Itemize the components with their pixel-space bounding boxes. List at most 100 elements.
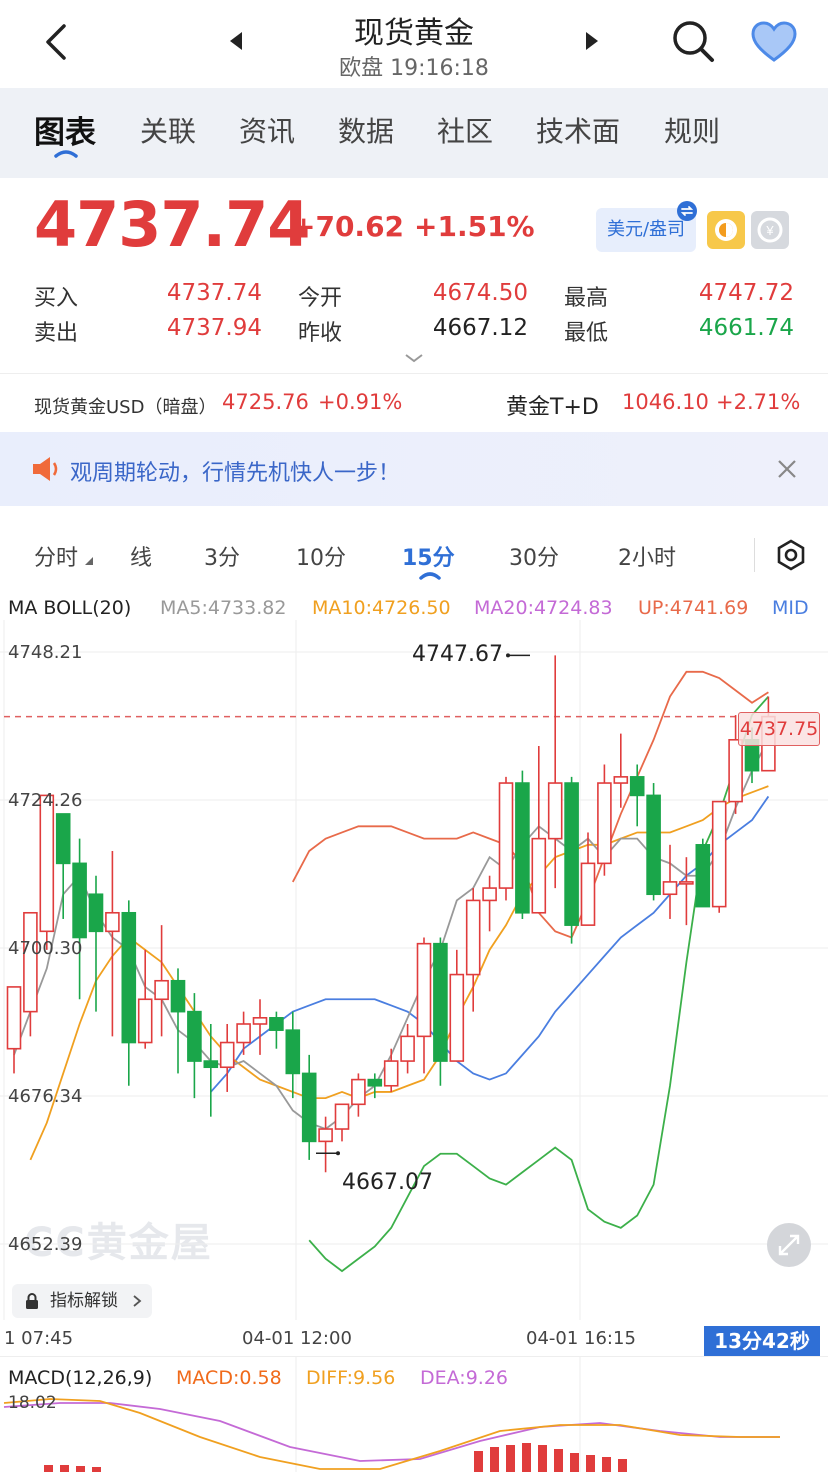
buy-value: 4737.74	[166, 280, 262, 306]
settings-icon[interactable]	[774, 538, 808, 572]
candle-body	[679, 881, 694, 885]
period-3min[interactable]: 3分	[204, 540, 240, 572]
macd-bar	[602, 1457, 611, 1472]
banner-text: 观周期轮动，行情先机快人一步！	[70, 461, 401, 486]
macd-bar	[474, 1451, 483, 1472]
speaker-icon	[33, 457, 58, 481]
candle-body	[449, 973, 465, 1062]
next-symbol-icon[interactable]	[582, 30, 602, 52]
lock-icon	[26, 1293, 38, 1309]
y-tick-4: 4676.34	[8, 1086, 83, 1107]
kline-chart[interactable]: CC黄金屋 4748.21 4724.26 4700.30 4676.34 46…	[0, 620, 828, 1320]
macd-bar	[490, 1447, 499, 1472]
x-tick-2: 04-01 12:00	[242, 1328, 352, 1349]
candle-body	[580, 862, 596, 926]
kline-canvas[interactable]	[0, 620, 828, 1320]
candle-body	[728, 738, 743, 803]
macd-bar	[76, 1466, 85, 1472]
related-ticker[interactable]: 现货黄金USD（暗盘） 4725.76 +0.91% 黄金T+D 1046.10…	[0, 373, 828, 431]
y-tick-1: 4748.21	[8, 642, 83, 663]
close-icon[interactable]	[774, 456, 800, 482]
prev-close-label: 昨收	[298, 321, 343, 346]
macd-bar	[554, 1449, 563, 1472]
macd-panel[interactable]: MACD(12,26,9) MACD:0.58 DIFF:9.56 DEA:9.…	[0, 1356, 828, 1472]
price-change-percent: +1.51%	[414, 210, 535, 243]
candle-body	[597, 782, 612, 865]
tab-technical[interactable]: 技术面	[536, 110, 620, 150]
tab-rules[interactable]: 规则	[664, 110, 720, 150]
macd-bar	[92, 1467, 101, 1472]
prev-close-value: 4667.12	[432, 315, 528, 341]
candle-body	[170, 979, 186, 1013]
high-value: 4747.72	[698, 280, 794, 306]
calculator-icon[interactable]: ¥	[750, 210, 790, 250]
candle-body	[154, 979, 169, 1001]
fullscreen-icon[interactable]	[766, 1222, 812, 1268]
candle-body	[269, 1017, 284, 1031]
candle-body	[285, 1029, 301, 1075]
dropdown-triangle-icon	[85, 557, 93, 565]
price-change: +70.62	[292, 210, 405, 243]
period-active-indicator	[419, 572, 441, 580]
promo-banner[interactable]: 观周期轮动，行情先机快人一步！	[0, 432, 828, 506]
search-icon[interactable]	[670, 18, 716, 64]
macd-bar	[60, 1465, 69, 1472]
macd-bar	[586, 1455, 595, 1472]
candle-body	[55, 813, 71, 865]
open-value: 4674.50	[432, 280, 528, 306]
bar-countdown-timer: 13分42秒	[704, 1326, 820, 1356]
tab-news[interactable]: 资讯	[239, 110, 295, 150]
candle-body	[367, 1078, 383, 1087]
period-15min[interactable]: 15分	[402, 540, 455, 572]
candle-body	[646, 794, 661, 896]
candle-body	[515, 782, 530, 914]
candle-body	[400, 1035, 415, 1062]
high-pointer-dot	[506, 653, 510, 658]
candle-body	[662, 881, 678, 896]
period-2hour[interactable]: 2小时	[618, 540, 676, 572]
chevron-down-icon[interactable]	[404, 352, 424, 364]
period-timeshare[interactable]: 分时	[34, 540, 78, 572]
candle-body	[531, 837, 547, 914]
candle-body	[301, 1072, 317, 1143]
candle-body	[695, 844, 711, 908]
candle-body	[498, 782, 514, 889]
x-tick-1: 1 07:45	[4, 1328, 74, 1349]
low-pointer-dot	[336, 1151, 340, 1156]
period-10min[interactable]: 10分	[296, 540, 346, 572]
sell-label: 卖出	[34, 321, 79, 346]
macd-bar	[570, 1453, 579, 1472]
candle-body	[137, 998, 153, 1044]
candle-body	[203, 1060, 219, 1069]
tab-related[interactable]: 关联	[140, 110, 196, 150]
candle-body	[23, 911, 38, 1013]
open-label: 今开	[298, 286, 343, 311]
x-tick-3: 04-01 16:15	[526, 1328, 636, 1349]
macd-name[interactable]: MACD(12,26,9)	[8, 1367, 152, 1389]
indicator-unlock-button[interactable]: 指标解锁	[12, 1284, 152, 1318]
swap-icon	[677, 201, 697, 221]
y-tick-3: 4700.30	[8, 938, 83, 959]
unlock-label: 指标解锁	[50, 1291, 118, 1311]
candle-body	[465, 899, 481, 976]
favorite-heart-icon[interactable]	[750, 20, 798, 64]
candle-body	[564, 782, 579, 926]
sell-value: 4737.94	[166, 315, 262, 341]
candle-body	[351, 1078, 366, 1106]
macd-bar	[618, 1459, 627, 1472]
macd-bar	[538, 1445, 547, 1472]
tab-community[interactable]: 社区	[437, 110, 493, 150]
candle-body	[236, 1023, 251, 1044]
tab-data[interactable]: 数据	[338, 110, 394, 150]
ticker-1-change: +0.91%	[318, 390, 403, 414]
period-30min[interactable]: 30分	[509, 540, 559, 572]
tab-chart[interactable]: 图表	[34, 107, 96, 152]
macd-bar	[506, 1445, 515, 1472]
high-label: 最高	[564, 286, 609, 311]
candle-body	[711, 800, 727, 908]
candle-body	[6, 986, 22, 1050]
ticker-1-price: 4725.76	[222, 390, 309, 414]
macd-value: MACD:0.58	[176, 1367, 282, 1389]
sun-icon[interactable]	[706, 210, 746, 250]
period-line[interactable]: 线	[130, 540, 152, 572]
